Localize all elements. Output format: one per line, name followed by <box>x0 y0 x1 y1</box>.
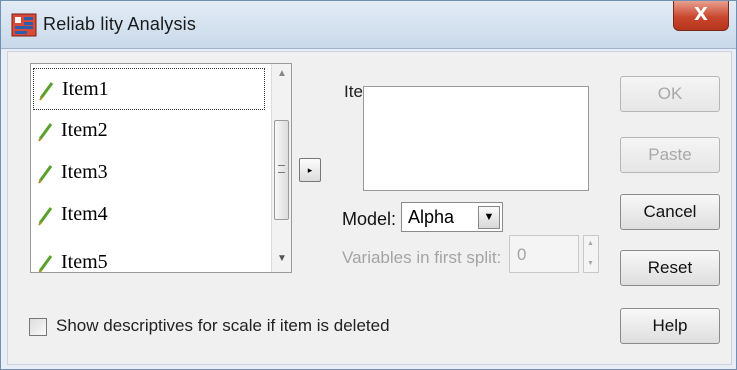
pencil-scale-icon <box>38 255 53 272</box>
first-split-label: Variables in first split: <box>342 248 502 267</box>
list-item[interactable]: Item4 <box>33 194 265 236</box>
cancel-button[interactable]: Cancel <box>620 194 720 230</box>
pencil-scale-icon <box>39 82 54 101</box>
list-item[interactable]: Item2 <box>33 110 265 152</box>
first-split-spinner: ▲ ▼ <box>583 235 599 273</box>
scroll-down-arrow-icon[interactable]: ▼ <box>277 253 287 264</box>
close-button[interactable]: X <box>673 1 729 31</box>
first-split-input: 0 <box>509 235 579 273</box>
list-item[interactable]: Item3 <box>33 152 265 194</box>
reliability-analysis-dialog: Reliab lity Analysis X Item1 Item2 Item3… <box>0 0 737 370</box>
spin-up-icon: ▲ <box>587 240 594 247</box>
help-button[interactable]: Help <box>620 308 720 344</box>
variable-list[interactable]: Item1 Item2 Item3 Item4 Item5 ▲ ▼ <box>30 63 292 273</box>
list-item[interactable]: Item1 <box>33 68 265 110</box>
show-descriptives-label[interactable]: Show descriptives for scale if item is d… <box>56 316 390 336</box>
grip-icon <box>278 165 285 173</box>
show-descriptives-checkbox[interactable] <box>29 318 47 336</box>
variable-label: Item3 <box>61 161 108 183</box>
first-split-value: 0 <box>517 245 527 264</box>
dialog-body: Item1 Item2 Item3 Item4 Item5 ▲ ▼ ▸ Mode… <box>7 51 732 365</box>
move-to-items-button[interactable]: ▸ <box>299 158 321 182</box>
paste-button[interactable]: Paste <box>620 137 720 173</box>
variable-label: Item2 <box>61 119 108 141</box>
variable-label: Item5 <box>61 251 108 273</box>
title-bar[interactable]: Reliab lity Analysis X <box>1 1 736 49</box>
scrollbar-thumb[interactable] <box>274 120 289 220</box>
window-title: Reliab lity Analysis <box>43 14 197 34</box>
model-label: Model: <box>342 209 397 229</box>
variable-label: Item4 <box>61 203 108 225</box>
variable-list-scrollbar[interactable]: ▲ ▼ <box>271 64 291 272</box>
variable-label: Item1 <box>62 78 109 100</box>
pencil-scale-icon <box>38 165 53 184</box>
chevron-down-icon[interactable]: ▼ <box>478 206 500 229</box>
pencil-scale-icon <box>38 207 53 226</box>
spin-down-icon: ▼ <box>587 260 594 267</box>
reset-button[interactable]: Reset <box>620 250 720 286</box>
scroll-up-arrow-icon[interactable]: ▲ <box>277 68 287 79</box>
pencil-scale-icon <box>38 123 53 142</box>
app-icon <box>11 13 37 37</box>
model-dropdown[interactable]: Alpha ▼ <box>401 202 503 232</box>
model-value: Alpha <box>408 207 455 227</box>
items-list[interactable] <box>363 86 589 191</box>
list-item[interactable]: Item5 <box>33 242 265 273</box>
ok-button[interactable]: OK <box>620 76 720 112</box>
